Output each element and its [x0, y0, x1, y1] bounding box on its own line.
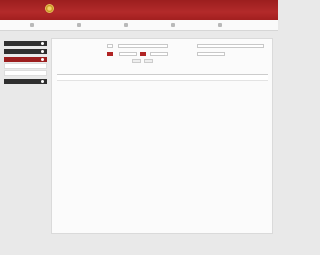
expand-icon: [41, 50, 44, 53]
sidebar-subitem-1[interactable]: [4, 63, 47, 69]
user-icon: [218, 23, 222, 27]
home-icon: [30, 23, 34, 27]
collapse-icon: [41, 58, 44, 61]
filter-select-3[interactable]: [197, 44, 264, 48]
nav-item-1[interactable]: [30, 22, 35, 28]
sidebar-subitem-2[interactable]: [4, 70, 47, 76]
reset-button[interactable]: [144, 59, 153, 63]
main-panel: [51, 38, 273, 234]
nav-item-4[interactable]: [171, 22, 176, 28]
filter-select-4[interactable]: [119, 52, 137, 56]
sidebar-section-4[interactable]: [4, 79, 47, 84]
filter-red-button-1[interactable]: [107, 52, 113, 56]
nav-item-5[interactable]: [218, 22, 223, 28]
sidebar: [4, 41, 47, 87]
folder-icon: [171, 23, 175, 27]
sidebar-section-3-active[interactable]: [4, 57, 47, 62]
filter-select-2[interactable]: [118, 44, 168, 48]
sidebar-section-2[interactable]: [4, 49, 47, 54]
top-nav: [0, 20, 278, 31]
filter-select-5[interactable]: [150, 52, 168, 56]
header-banner: [0, 0, 278, 20]
expand-icon: [41, 80, 44, 83]
filter-red-button-2[interactable]: [140, 52, 146, 56]
query-button[interactable]: [132, 59, 141, 63]
nav-item-2[interactable]: [77, 22, 82, 28]
nav-item-3[interactable]: [124, 22, 129, 28]
list-icon: [124, 23, 128, 27]
sidebar-section-1[interactable]: [4, 41, 47, 46]
document-icon: [77, 23, 81, 27]
expand-icon: [41, 42, 44, 45]
emblem-icon: [45, 4, 54, 13]
filter-select-1[interactable]: [107, 44, 113, 48]
filter-select-6[interactable]: [197, 52, 225, 56]
table-row[interactable]: [57, 75, 268, 81]
